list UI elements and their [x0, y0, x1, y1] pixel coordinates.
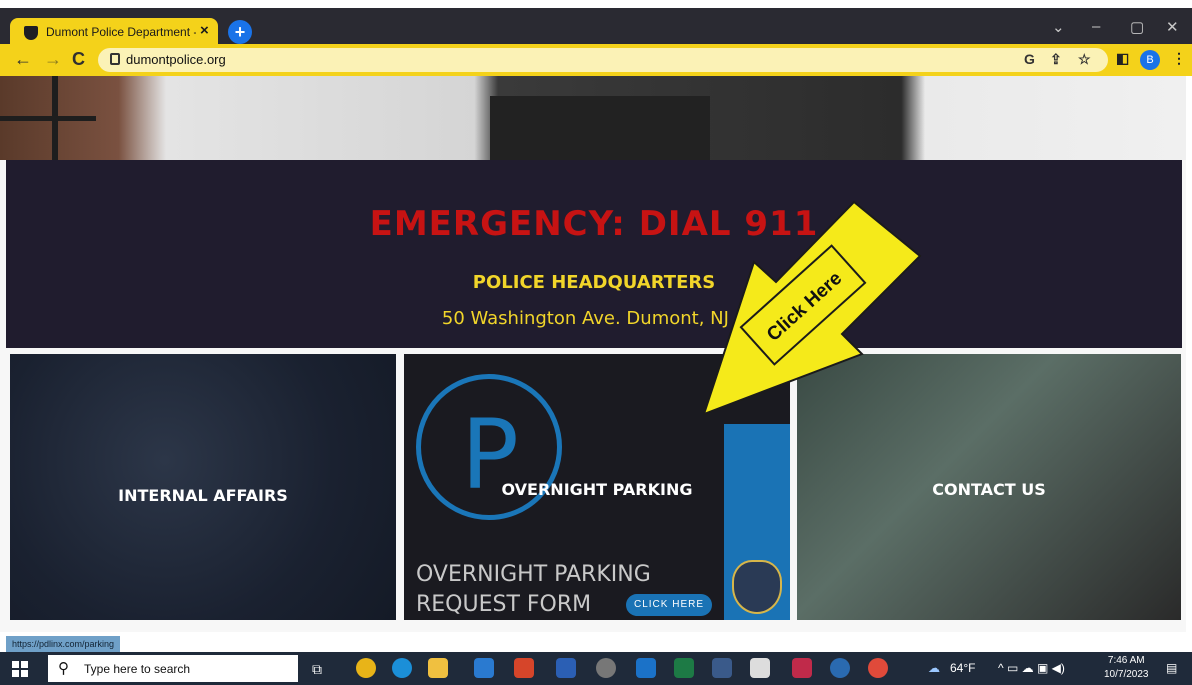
click-here-arrow: Click Here	[702, 200, 922, 416]
parking-form-title: OVERNIGHT PARKING REQUEST FORM	[416, 560, 651, 620]
parking-form-click-here-button[interactable]: CLICK HERE	[626, 594, 712, 616]
status-bar-url: https://pdlinx.com/parking	[6, 636, 121, 652]
overnight-parking-label: OVERNIGHT PARKING	[501, 480, 693, 499]
hero-photo	[0, 76, 1186, 160]
address-bar[interactable]: dumontpolice.org G ⇪ ☆	[98, 48, 1108, 72]
file-explorer-icon[interactable]	[428, 658, 448, 678]
form-title-line2: REQUEST FORM	[416, 592, 592, 617]
app-blue-circle-icon[interactable]	[830, 658, 850, 678]
browser-titlebar: Dumont Police Department - H × + ⌄ – ▢ ✕	[0, 8, 1192, 48]
police-badge-icon	[732, 560, 782, 614]
task-view-icon[interactable]: ⧉	[312, 661, 322, 678]
powerpoint-icon[interactable]	[514, 658, 534, 678]
reload-icon[interactable]: C	[72, 49, 85, 70]
notepad-icon[interactable]	[750, 658, 770, 678]
web-page: EMERGENCY: DIAL 911 POLICE HEADQUARTERS …	[0, 76, 1186, 632]
taskbar-search[interactable]: ⚲ Type here to search	[48, 655, 298, 682]
side-panel-icon[interactable]: ◧	[1116, 50, 1129, 67]
notification-icon[interactable]: ▤	[1166, 661, 1177, 675]
tab-search-icon[interactable]: ⌄	[1052, 18, 1065, 36]
google-icon[interactable]: G	[1024, 51, 1035, 67]
tray-icons[interactable]: ^ ▭ ☁ ▣ ◀)	[998, 661, 1065, 675]
store-icon[interactable]	[474, 658, 494, 678]
tab-close-icon[interactable]: ×	[200, 22, 209, 39]
app-shield-icon[interactable]	[712, 658, 732, 678]
profile-avatar[interactable]: B	[1140, 50, 1160, 70]
taskbar-clock[interactable]: 7:46 AM 10/7/2023	[1104, 654, 1149, 682]
share-icon[interactable]: ⇪	[1050, 51, 1062, 68]
bookmark-star-icon[interactable]: ☆	[1078, 51, 1091, 68]
excel-icon[interactable]	[674, 658, 694, 678]
windows-start-icon[interactable]	[12, 661, 28, 677]
tab-title: Dumont Police Department - H	[46, 25, 196, 39]
lock-icon	[110, 53, 120, 65]
edge-icon[interactable]	[392, 658, 412, 678]
weather-cloud-icon[interactable]: ☁	[928, 661, 940, 675]
new-tab-button[interactable]: +	[228, 20, 252, 44]
internal-affairs-label: INTERNAL AFFAIRS	[118, 486, 288, 505]
police-shield-icon	[24, 26, 38, 40]
forward-arrow-icon[interactable]: →	[44, 49, 62, 70]
browser-toolbar: ← → C dumontpolice.org G ⇪ ☆ ◧ B ⋮	[0, 44, 1192, 76]
windows-taskbar: ⚲ Type here to search ⧉ ☁ 64°F ^ ▭ ☁ ▣ ◀…	[0, 652, 1192, 685]
search-icon: ⚲	[58, 660, 69, 677]
chrome-icon[interactable]	[356, 658, 376, 678]
weather-temp[interactable]: 64°F	[950, 661, 975, 675]
outlook-icon[interactable]	[636, 658, 656, 678]
clock-date: 10/7/2023	[1104, 669, 1149, 680]
chrome-alt-icon[interactable]	[868, 658, 888, 678]
emergency-banner: EMERGENCY: DIAL 911 POLICE HEADQUARTERS …	[6, 160, 1182, 348]
word-icon[interactable]	[556, 658, 576, 678]
minimize-button[interactable]: –	[1092, 18, 1100, 35]
back-arrow-icon[interactable]: ←	[14, 49, 32, 70]
hq-address: 50 Washington Ave. Dumont, NJ 0	[441, 308, 747, 329]
maximize-button[interactable]: ▢	[1130, 18, 1144, 36]
close-window-button[interactable]: ✕	[1166, 18, 1179, 36]
hq-title: POLICE HEADQUARTERS	[472, 272, 716, 293]
menu-icon[interactable]: ⋮	[1172, 50, 1186, 67]
app-red-icon[interactable]	[792, 658, 812, 678]
contact-us-label: CONTACT US	[932, 480, 1046, 499]
internal-affairs-tile[interactable]: INTERNAL AFFAIRS	[10, 354, 396, 620]
url-text: dumontpolice.org	[126, 52, 226, 67]
clock-time: 7:46 AM	[1107, 655, 1145, 666]
app-circle-icon[interactable]	[596, 658, 616, 678]
form-title-line1: OVERNIGHT PARKING	[416, 562, 651, 587]
search-placeholder: Type here to search	[84, 662, 191, 676]
emergency-heading: EMERGENCY: DIAL 911	[369, 204, 819, 244]
